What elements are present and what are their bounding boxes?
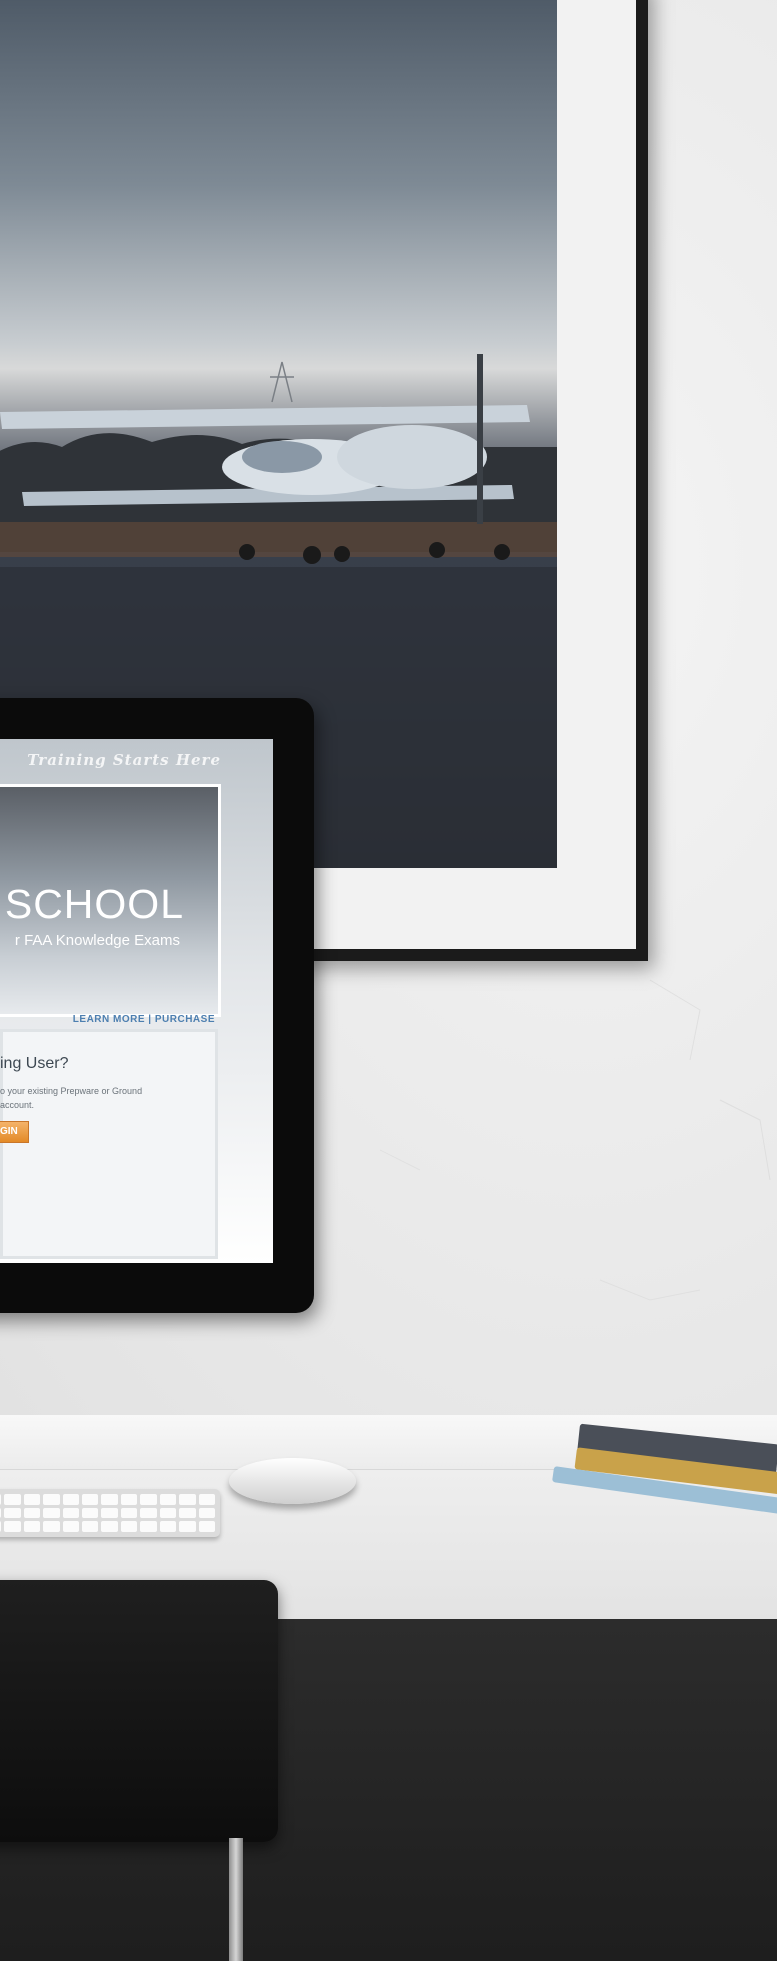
hero-banner: SCHOOL r FAA Knowledge Exams (0, 784, 221, 1017)
banner-subtitle: r FAA Knowledge Exams (14, 932, 180, 949)
login-button[interactable]: GIN (0, 1121, 29, 1143)
banner-title: SCHOOL (4, 881, 184, 927)
returning-user-text-line1: o your existing Prepware or Ground (0, 1086, 143, 1096)
chair-leg (229, 1838, 243, 1961)
photo-scene: Training Starts Here SCHOOL r FAA Knowle… (0, 0, 777, 1961)
keyboard-icon (0, 1489, 220, 1537)
returning-user-panel: ing User? o your existing Prepware or Gr… (0, 1029, 218, 1259)
learn-more-purchase-links[interactable]: LEARN MORE | PURCHASE (73, 1014, 215, 1025)
monitor: Training Starts Here SCHOOL r FAA Knowle… (0, 698, 314, 1313)
site-tagline: Training Starts Here (27, 751, 221, 769)
returning-user-heading: ing User? (0, 1055, 69, 1072)
returning-user-text-line2: account. (0, 1100, 35, 1110)
returning-user-text: o your existing Prepware or Ground accou… (0, 1084, 142, 1112)
mouse-icon (229, 1458, 356, 1504)
chair-icon (0, 1580, 278, 1842)
monitor-screen: Training Starts Here SCHOOL r FAA Knowle… (0, 739, 273, 1263)
